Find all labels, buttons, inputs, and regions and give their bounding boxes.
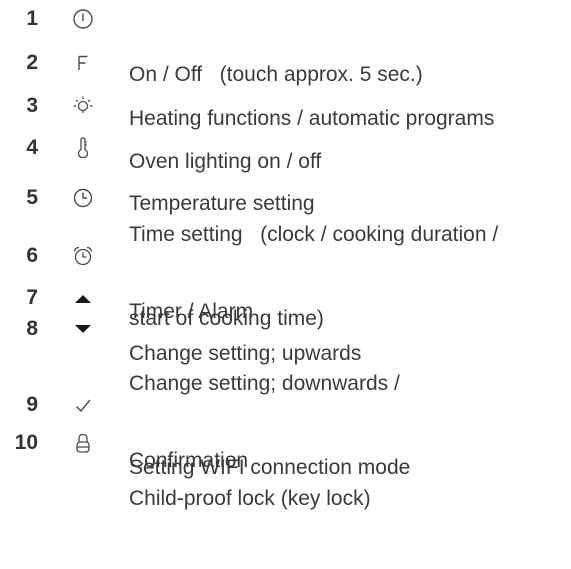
arrow-up-icon <box>68 284 98 312</box>
thermometer-icon <box>68 134 98 162</box>
item-number: 10 <box>14 431 38 454</box>
item-number: 9 <box>26 393 38 416</box>
item-number: 4 <box>26 136 38 159</box>
checkmark-icon <box>68 391 98 419</box>
clock-icon <box>68 184 98 212</box>
item-number: 2 <box>26 51 38 74</box>
item-number: 6 <box>26 244 38 267</box>
item-number: 8 <box>26 317 38 340</box>
item-number: 7 <box>26 286 38 309</box>
alarm-clock-icon <box>68 242 98 270</box>
control-panel-legend: 1 On / Off (touch approx. 5 sec.) 2 Heat… <box>0 0 571 510</box>
function-f-icon <box>68 49 98 77</box>
light-bulb-icon <box>68 92 98 120</box>
item-number: 1 <box>26 7 38 30</box>
item-description: Child-proof lock (key lock) <box>129 487 371 510</box>
padlock-icon <box>68 429 98 457</box>
power-icon <box>68 5 98 33</box>
arrow-down-icon <box>68 315 98 343</box>
item-number: 3 <box>26 94 38 117</box>
item-number: 5 <box>26 186 38 209</box>
